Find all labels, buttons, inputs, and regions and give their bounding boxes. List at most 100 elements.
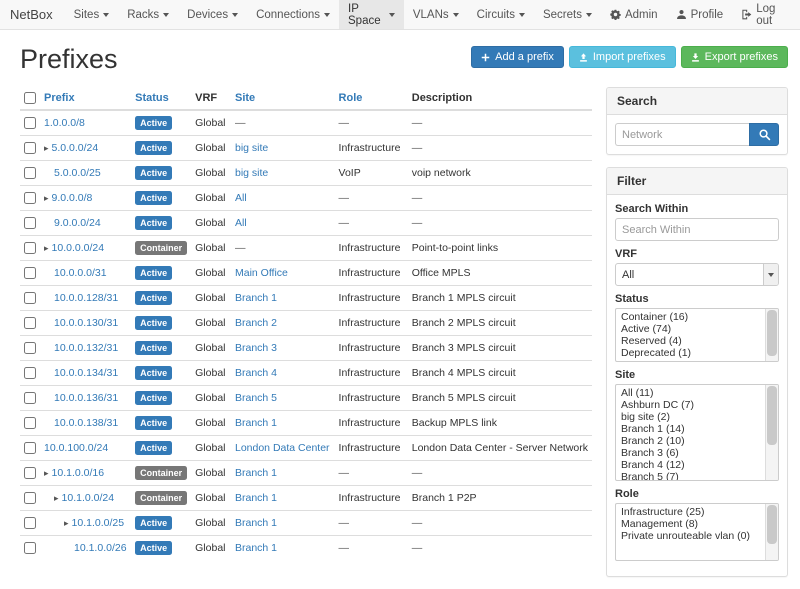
search-within-input[interactable] bbox=[615, 218, 779, 241]
col-header-role[interactable]: Role bbox=[335, 87, 408, 110]
prefix-link[interactable]: 10.0.0.134/31 bbox=[54, 367, 118, 379]
scrollbar-thumb[interactable] bbox=[767, 310, 777, 356]
row-checkbox[interactable] bbox=[24, 292, 36, 304]
col-header-prefix[interactable]: Prefix bbox=[40, 87, 131, 110]
scrollbar-thumb[interactable] bbox=[767, 386, 777, 445]
prefix-link[interactable]: 5.0.0.0/24 bbox=[52, 142, 99, 154]
site-link[interactable]: Branch 1 bbox=[235, 517, 277, 529]
row-checkbox[interactable] bbox=[24, 142, 36, 154]
prefix-link[interactable]: 1.0.0.0/8 bbox=[44, 117, 85, 129]
prefix-link[interactable]: 10.0.0.0/31 bbox=[54, 267, 107, 279]
site-link[interactable]: Branch 1 bbox=[235, 542, 277, 554]
prefix-link[interactable]: 10.1.0.0/16 bbox=[52, 467, 105, 479]
filter-option[interactable]: Management (8) bbox=[621, 518, 762, 530]
prefix-link[interactable]: 10.0.0.0/24 bbox=[52, 242, 105, 254]
row-checkbox[interactable] bbox=[24, 167, 36, 179]
site-link[interactable]: Branch 2 bbox=[235, 317, 277, 329]
import-prefixes-button[interactable]: Import prefixes bbox=[569, 46, 676, 68]
scrollbar[interactable] bbox=[765, 504, 778, 560]
export-prefixes-button[interactable]: Export prefixes bbox=[681, 46, 788, 68]
nav-item-connections[interactable]: Connections bbox=[247, 0, 339, 29]
filter-option[interactable]: Branch 1 (14) bbox=[621, 423, 762, 435]
prefix-link[interactable]: 10.1.0.0/24 bbox=[62, 492, 115, 504]
col-header-site[interactable]: Site bbox=[231, 87, 335, 110]
row-checkbox[interactable] bbox=[24, 317, 36, 329]
nav-item-devices[interactable]: Devices bbox=[178, 0, 247, 29]
filter-option[interactable]: All (11) bbox=[621, 387, 762, 399]
filter-option[interactable]: Infrastructure (25) bbox=[621, 506, 762, 518]
row-checkbox[interactable] bbox=[24, 367, 36, 379]
prefix-link[interactable]: 9.0.0.0/24 bbox=[54, 217, 101, 229]
filter-option[interactable]: Branch 3 (6) bbox=[621, 447, 762, 459]
filter-option[interactable]: big site (2) bbox=[621, 411, 762, 423]
prefix-link[interactable]: 10.1.0.0/25 bbox=[72, 517, 125, 529]
prefix-link[interactable]: 10.0.0.138/31 bbox=[54, 417, 118, 429]
nav-item-sites[interactable]: Sites bbox=[65, 0, 119, 29]
row-checkbox[interactable] bbox=[24, 392, 36, 404]
filter-option[interactable]: Ashburn DC (7) bbox=[621, 399, 762, 411]
nav-item-racks[interactable]: Racks bbox=[118, 0, 178, 29]
admin-link[interactable]: Admin bbox=[601, 0, 667, 29]
row-checkbox[interactable] bbox=[24, 117, 36, 129]
filter-option[interactable]: Deprecated (1) bbox=[621, 347, 762, 359]
filter-option[interactable]: Reserved (4) bbox=[621, 335, 762, 347]
site-link[interactable]: Branch 1 bbox=[235, 492, 277, 504]
scrollbar[interactable] bbox=[765, 385, 778, 480]
row-checkbox[interactable] bbox=[24, 467, 36, 479]
add-prefix-button[interactable]: Add a prefix bbox=[471, 46, 564, 68]
filter-option[interactable]: Container (16) bbox=[621, 311, 762, 323]
site-link[interactable]: big site bbox=[235, 142, 268, 154]
row-checkbox[interactable] bbox=[24, 242, 36, 254]
site-link[interactable]: big site bbox=[235, 167, 268, 179]
row-checkbox[interactable] bbox=[24, 267, 36, 279]
nav-item-secrets[interactable]: Secrets bbox=[534, 0, 601, 29]
prefix-link[interactable]: 10.0.0.130/31 bbox=[54, 317, 118, 329]
col-header-status[interactable]: Status bbox=[131, 87, 191, 110]
site-link[interactable]: Branch 5 bbox=[235, 392, 277, 404]
site-filter-list[interactable]: All (11)Ashburn DC (7)big site (2)Branch… bbox=[615, 384, 779, 481]
prefix-link[interactable]: 10.0.100.0/24 bbox=[44, 442, 108, 454]
filter-option[interactable]: Branch 4 (12) bbox=[621, 459, 762, 471]
row-checkbox[interactable] bbox=[24, 417, 36, 429]
site-link[interactable]: Branch 1 bbox=[235, 292, 277, 304]
prefix-link[interactable]: 10.1.0.0/26 bbox=[74, 542, 127, 554]
filter-option[interactable]: Branch 5 (7) bbox=[621, 471, 762, 481]
select-dropdown-control[interactable] bbox=[763, 264, 778, 285]
filter-option[interactable]: Active (74) bbox=[621, 323, 762, 335]
vrf-select[interactable]: All bbox=[615, 263, 779, 286]
filter-option[interactable]: Branch 2 (10) bbox=[621, 435, 762, 447]
role-filter-list[interactable]: Infrastructure (25)Management (8)Private… bbox=[615, 503, 779, 561]
col-header-vrf[interactable]: VRF bbox=[191, 87, 231, 110]
logout-link[interactable]: Log out bbox=[732, 0, 800, 29]
site-link[interactable]: All bbox=[235, 217, 247, 229]
row-checkbox[interactable] bbox=[24, 517, 36, 529]
site-link[interactable]: Main Office bbox=[235, 267, 288, 279]
prefix-link[interactable]: 10.0.0.132/31 bbox=[54, 342, 118, 354]
nav-item-ip-space[interactable]: IP Space bbox=[339, 0, 404, 29]
row-checkbox[interactable] bbox=[24, 492, 36, 504]
nav-item-vlans[interactable]: VLANs bbox=[404, 0, 468, 29]
row-checkbox[interactable] bbox=[24, 342, 36, 354]
site-link[interactable]: All bbox=[235, 192, 247, 204]
status-filter-list[interactable]: Container (16)Active (74)Reserved (4)Dep… bbox=[615, 308, 779, 362]
row-checkbox[interactable] bbox=[24, 542, 36, 554]
filter-option[interactable]: Private unrouteable vlan (0) bbox=[621, 530, 762, 542]
scrollbar[interactable] bbox=[765, 309, 778, 361]
row-checkbox[interactable] bbox=[24, 442, 36, 454]
profile-link[interactable]: Profile bbox=[667, 0, 733, 29]
prefix-link[interactable]: 10.0.0.128/31 bbox=[54, 292, 118, 304]
brand-netbox[interactable]: NetBox bbox=[0, 0, 65, 29]
nav-item-circuits[interactable]: Circuits bbox=[468, 0, 534, 29]
row-checkbox[interactable] bbox=[24, 217, 36, 229]
site-link[interactable]: Branch 1 bbox=[235, 467, 277, 479]
site-link[interactable]: London Data Center bbox=[235, 442, 330, 454]
select-all-checkbox[interactable] bbox=[24, 92, 36, 104]
site-link[interactable]: Branch 4 bbox=[235, 367, 277, 379]
prefix-link[interactable]: 5.0.0.0/25 bbox=[54, 167, 101, 179]
prefix-link[interactable]: 9.0.0.0/8 bbox=[52, 192, 93, 204]
site-link[interactable]: Branch 1 bbox=[235, 417, 277, 429]
search-input[interactable] bbox=[615, 123, 749, 146]
site-link[interactable]: Branch 3 bbox=[235, 342, 277, 354]
row-checkbox[interactable] bbox=[24, 192, 36, 204]
prefix-link[interactable]: 10.0.0.136/31 bbox=[54, 392, 118, 404]
